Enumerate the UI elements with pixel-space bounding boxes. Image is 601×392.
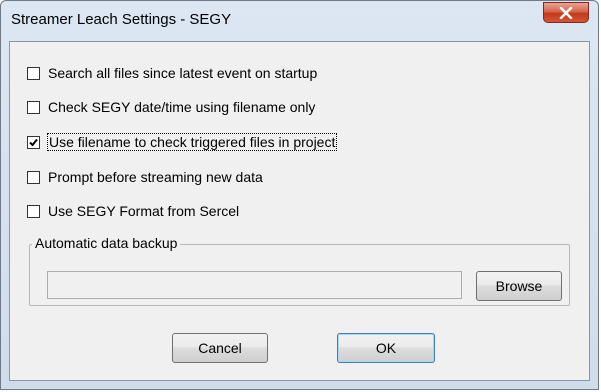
option-label: Prompt before streaming new data [48, 169, 263, 185]
ok-button[interactable]: OK [337, 333, 435, 363]
option-prompt-before-streaming[interactable]: Prompt before streaming new data [27, 168, 263, 186]
option-search-all-files[interactable]: Search all files since latest event on s… [27, 64, 317, 82]
checkbox[interactable] [27, 170, 40, 184]
settings-dialog-window: Streamer Leach Settings - SEGY [0, 0, 599, 390]
close-icon [559, 6, 573, 19]
option-label: Search all files since latest event on s… [48, 65, 318, 81]
checkbox[interactable] [27, 204, 40, 218]
close-button[interactable] [543, 2, 589, 23]
ok-button-label: OK [375, 340, 397, 356]
cancel-button[interactable]: Cancel [172, 333, 268, 363]
group-label: Automatic data backup [32, 235, 181, 251]
checkbox[interactable] [27, 66, 40, 80]
browse-button-label: Browse [495, 278, 543, 294]
option-check-segy-datetime[interactable]: Check SEGY date/time using filename only [27, 98, 315, 116]
option-label: Check SEGY date/time using filename only [48, 99, 316, 115]
title-bar[interactable]: Streamer Leach Settings - SEGY [1, 1, 598, 41]
browse-button[interactable]: Browse [476, 271, 562, 301]
option-use-segy-format-sercel[interactable]: Use SEGY Format from Sercel [27, 202, 239, 220]
backup-path-field[interactable] [47, 271, 462, 299]
option-label: Use SEGY Format from Sercel [48, 203, 240, 219]
cancel-button-label: Cancel [198, 340, 242, 356]
checkbox[interactable] [27, 100, 40, 114]
option-label: Use filename to check triggered files in… [46, 133, 338, 151]
checkmark-icon [29, 138, 38, 146]
window-title: Streamer Leach Settings - SEGY [11, 11, 232, 28]
checkbox-checked[interactable] [27, 135, 40, 149]
option-use-filename-triggered[interactable]: Use filename to check triggered files in… [27, 133, 338, 151]
